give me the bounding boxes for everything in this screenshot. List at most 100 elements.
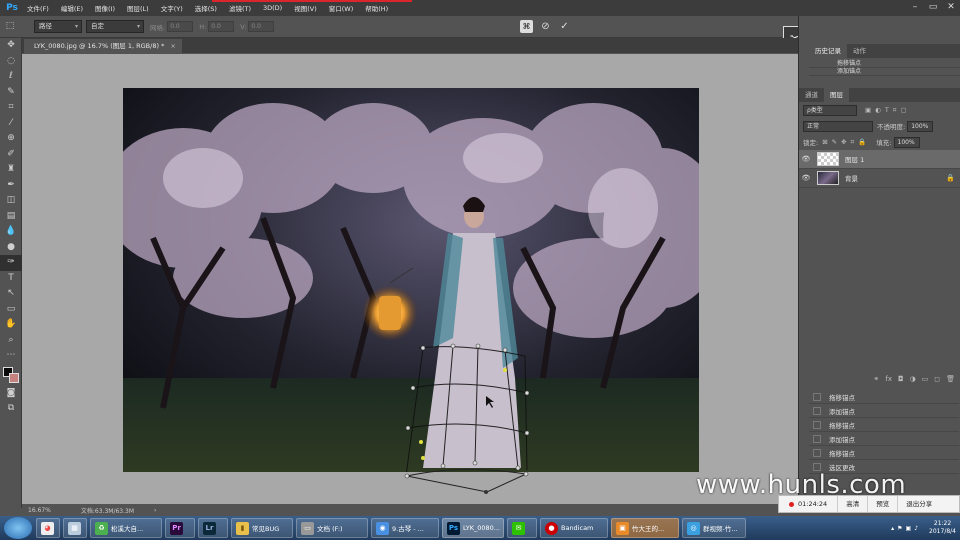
preset-select[interactable]: 自定 — [86, 20, 144, 33]
taskbar-item[interactable]: ▭ 文档 (F:) — [296, 518, 368, 538]
quick-select-tool-icon[interactable]: ✎ — [0, 85, 22, 101]
start-button[interactable] — [4, 517, 32, 539]
taskbar-item[interactable]: ▮ 常见BUG — [231, 518, 293, 538]
lock-icons[interactable]: ⊠✎✥⌗🔒 — [822, 138, 870, 147]
status-arrow-icon[interactable]: › — [154, 507, 156, 514]
brush-tool-icon[interactable]: ✐ — [0, 147, 22, 163]
delete-layer-icon[interactable]: 🗑 — [946, 375, 955, 383]
clock[interactable]: 21:22 2017/8/4 — [929, 520, 956, 536]
eraser-tool-icon[interactable]: ◫ — [0, 193, 22, 209]
menu-window[interactable]: 窗口(W) — [323, 3, 360, 13]
taskbar-item-photoshop[interactable]: Ps LYK_0080... — [442, 518, 504, 538]
warp-grid-icon[interactable]: ⌘ — [520, 20, 533, 33]
history-brush-tool-icon[interactable]: ✒ — [0, 178, 22, 194]
screen-mode-icon[interactable]: ⧉ — [0, 401, 22, 417]
maximize-button[interactable]: ▭ — [924, 0, 942, 14]
taskbar-item[interactable]: ◉ 9.古琴 - ... — [371, 518, 439, 538]
history-item[interactable]: 拖移锚点 — [809, 446, 959, 460]
history-item[interactable]: 添加锚点 — [809, 404, 959, 418]
close-button[interactable]: ✕ — [942, 0, 960, 14]
hand-tool-icon[interactable]: ✋ — [0, 317, 22, 333]
taskbar-pinned-files[interactable]: ▦ — [63, 518, 87, 538]
history-item[interactable]: 拖移锚点 — [809, 390, 959, 404]
new-layer-icon[interactable]: ◻ — [934, 375, 940, 383]
shape-tool-icon[interactable]: ▭ — [0, 302, 22, 318]
history-item[interactable]: 添加锚点 — [809, 68, 960, 76]
zoom-level[interactable]: 16.67% — [28, 507, 51, 514]
tab-close-icon[interactable]: × — [170, 42, 175, 50]
tab-layers[interactable]: 图层 — [824, 88, 849, 102]
blend-mode-select[interactable]: 正常 — [803, 120, 873, 132]
taskbar-item-premiere[interactable]: Pr — [165, 518, 195, 538]
hd-button[interactable]: 高清 — [837, 496, 867, 512]
pen-tool-icon[interactable]: ✑ — [0, 255, 22, 271]
tab-history[interactable]: 历史记录 — [809, 44, 847, 58]
tab-actions[interactable]: 动作 — [847, 44, 872, 58]
opacity-field[interactable]: 100% — [907, 120, 934, 132]
minimize-button[interactable]: – — [906, 0, 924, 14]
document-tab[interactable]: LYK_0080.jpg @ 16.7% (图层 1, RGB/8) * × — [24, 39, 182, 53]
visibility-eye-icon[interactable]: 👁 — [799, 155, 813, 163]
mode-select[interactable]: 路径 — [34, 20, 82, 33]
lasso-tool-icon[interactable]: ℓ — [0, 69, 22, 85]
history-item[interactable]: 拖移锚点 — [809, 418, 959, 432]
fx-icon[interactable]: fx — [885, 375, 892, 383]
adjustment-layer-icon[interactable]: ◑ — [910, 375, 916, 383]
gradient-tool-icon[interactable]: ▤ — [0, 209, 22, 225]
preview-button[interactable]: 预览 — [867, 496, 897, 512]
menu-filter[interactable]: 滤镜(T) — [223, 3, 257, 13]
commit-check-icon[interactable]: ✓ — [558, 20, 571, 33]
cancel-icon[interactable]: ⊘ — [539, 20, 552, 33]
taskbar-item[interactable]: ▣ 竹大王的... — [611, 518, 679, 538]
menu-3d[interactable]: 3D(D) — [257, 4, 288, 12]
healing-brush-tool-icon[interactable]: ⊕ — [0, 131, 22, 147]
density-field[interactable]: 0.0 — [167, 21, 194, 32]
v-field[interactable]: 0.0 — [248, 21, 275, 32]
new-group-icon[interactable]: ▭ — [922, 375, 929, 383]
eyedropper-tool-icon[interactable]: ⁄ — [0, 116, 22, 132]
crop-tool-icon[interactable]: ⌗ — [0, 100, 22, 116]
fill-field[interactable]: 100% — [893, 136, 920, 148]
tray-icons[interactable]: ▴⚑▣♪ — [891, 525, 921, 532]
menu-file[interactable]: 文件(F) — [21, 3, 55, 13]
visibility-eye-icon[interactable]: 👁 — [799, 174, 813, 182]
path-select-tool-icon[interactable]: ↖ — [0, 286, 22, 302]
layer-row-layer1[interactable]: 👁 图层 1 — [799, 150, 960, 169]
background-color-swatch[interactable] — [9, 372, 19, 383]
menu-type[interactable]: 文字(Y) — [155, 3, 189, 13]
blur-tool-icon[interactable]: 💧 — [0, 224, 22, 240]
taskbar-item[interactable]: ♻ 松溪大自... — [90, 518, 162, 538]
taskbar-item[interactable]: ◎ 群视频-竹... — [682, 518, 746, 538]
clone-stamp-tool-icon[interactable]: ♜ — [0, 162, 22, 178]
marquee-tool-icon[interactable]: ◌ — [0, 54, 22, 70]
move-tool-icon[interactable]: ✥ — [0, 38, 22, 54]
tab-channels[interactable]: 通道 — [799, 88, 824, 102]
menu-view[interactable]: 视图(V) — [288, 3, 323, 13]
exit-share-button[interactable]: 退出分享 — [897, 496, 940, 512]
menu-edit[interactable]: 编辑(E) — [55, 3, 89, 13]
type-tool-icon[interactable]: T — [0, 271, 22, 287]
quick-mask-icon[interactable]: ◙ — [0, 386, 22, 402]
puppet-warp-tool-icon[interactable]: ⬚ — [0, 19, 20, 35]
document-image[interactable] — [123, 88, 699, 472]
color-swatches[interactable] — [0, 364, 21, 386]
filter-icons[interactable]: ▣◐T⌗▢ — [865, 106, 911, 115]
layer-row-background[interactable]: 👁 背景 🔒 — [799, 169, 960, 188]
add-mask-icon[interactable]: ◘ — [898, 375, 904, 383]
link-layers-icon[interactable]: ⚭ — [874, 375, 880, 383]
dodge-tool-icon[interactable]: ● — [0, 240, 22, 256]
menu-image[interactable]: 图像(I) — [89, 3, 121, 13]
layer-kind-filter[interactable]: ρ类型 — [803, 104, 857, 116]
taskbar-pinned-browser[interactable]: ◕ — [36, 518, 60, 538]
taskbar-item-wechat[interactable]: ✉ — [507, 518, 537, 538]
menu-layer[interactable]: 图层(L) — [121, 3, 155, 13]
history-item[interactable]: 添加锚点 — [809, 432, 959, 446]
canvas-area[interactable] — [22, 54, 798, 504]
menu-help[interactable]: 帮助(H) — [359, 3, 394, 13]
more-tools-icon[interactable]: ⋯ — [0, 348, 22, 364]
menu-select[interactable]: 选择(S) — [189, 3, 223, 13]
history-item[interactable]: 拖移锚点 — [809, 60, 960, 68]
taskbar-item-lightroom[interactable]: Lr — [198, 518, 228, 538]
zoom-tool-icon[interactable]: ⌕ — [0, 333, 22, 349]
h-field[interactable]: 0.0 — [208, 21, 235, 32]
